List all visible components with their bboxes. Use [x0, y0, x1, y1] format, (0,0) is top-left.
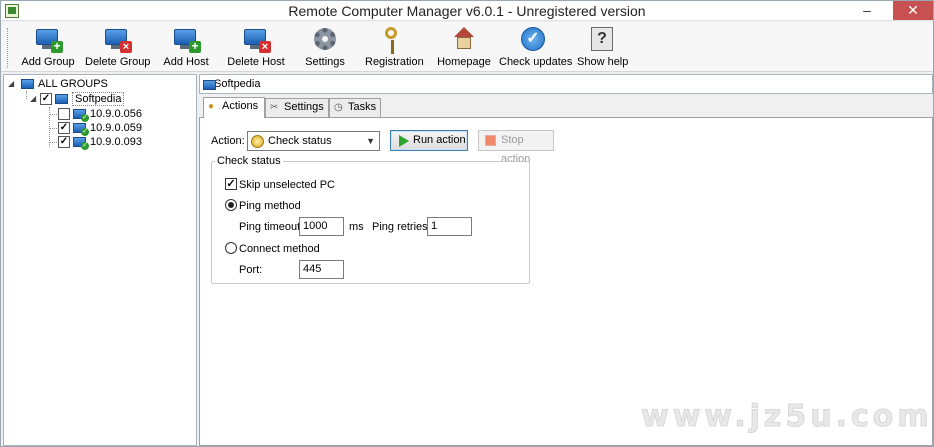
toolbar: + Add Group × Delete Group + Add Host × …	[1, 22, 933, 72]
host-online-icon	[72, 122, 89, 136]
host-checkbox[interactable]: ✓	[58, 122, 70, 134]
homepage-button[interactable]: Homepage	[437, 25, 491, 71]
minimize-button[interactable]: –	[854, 1, 880, 20]
delete-group-icon: ×	[103, 25, 132, 53]
port-input[interactable]: 445	[299, 260, 344, 279]
window-title: Remote Computer Manager v6.0.1 - Unregis…	[288, 3, 646, 19]
registration-button[interactable]: Registration	[365, 25, 424, 71]
network-icon	[202, 79, 218, 91]
check-status-icon	[251, 135, 264, 148]
add-group-icon: +	[34, 25, 63, 53]
delete-host-button[interactable]: × Delete Host	[225, 25, 287, 71]
check-updates-button[interactable]: ✓ Check updates	[499, 25, 572, 71]
selected-group-header: Softpedia	[199, 74, 933, 94]
tree-host[interactable]: ✓10.9.0.093	[58, 135, 142, 150]
ping-timeout-label: Ping timeout:	[239, 221, 304, 233]
play-icon	[399, 135, 409, 147]
gear-icon	[311, 25, 339, 53]
connect-method-radio[interactable]	[225, 242, 237, 254]
show-help-button[interactable]: ? Show help	[577, 25, 628, 71]
tree-group-softpedia[interactable]: ◢ ✓ Softpedia	[30, 92, 125, 107]
clock-icon: ◷	[334, 102, 343, 113]
skip-unselected-checkbox[interactable]: ✓	[225, 178, 237, 190]
network-icon	[20, 78, 36, 90]
add-host-icon: +	[172, 25, 201, 53]
add-host-button[interactable]: + Add Host	[161, 25, 211, 71]
ping-method-radio[interactable]	[225, 199, 237, 211]
stop-action-button[interactable]: Stop action	[478, 130, 554, 165]
tab-settings[interactable]: ✂ Settings	[265, 98, 329, 117]
collapse-icon[interactable]: ◢	[30, 92, 40, 106]
ping-retries-input[interactable]: 1	[427, 217, 472, 236]
settings-button[interactable]: Settings	[303, 25, 347, 71]
port-label: Port:	[239, 264, 263, 276]
delete-group-button[interactable]: × Delete Group	[85, 25, 150, 71]
group-tree[interactable]: ◢ALL GROUPS ◢✓Softpedia 10.9.0.056 ✓10.9…	[3, 74, 197, 446]
tree-host[interactable]: ✓10.9.0.059	[58, 121, 142, 136]
check-status-group-title: Check status	[215, 155, 283, 168]
group-checkbox[interactable]: ✓	[40, 93, 52, 105]
run-action-button[interactable]: Run action	[390, 130, 468, 151]
home-icon	[450, 25, 478, 53]
tree-host[interactable]: 10.9.0.056	[58, 107, 142, 122]
ping-timeout-input[interactable]: 1000	[299, 217, 344, 236]
toolbar-grip[interactable]	[7, 28, 10, 68]
tab-actions[interactable]: ● Actions	[203, 97, 265, 118]
title-bar: Remote Computer Manager v6.0.1 - Unregis…	[1, 1, 933, 21]
tab-tasks[interactable]: ◷ Tasks	[329, 98, 381, 117]
ping-method-label: Ping method	[239, 200, 301, 212]
host-online-icon	[72, 108, 89, 122]
collapse-icon[interactable]: ◢	[8, 77, 18, 91]
app-window: Remote Computer Manager v6.0.1 - Unregis…	[0, 0, 934, 447]
host-online-icon	[72, 136, 89, 150]
watermark-text: www.jz5u.com	[641, 399, 933, 435]
tree-root[interactable]: ◢ ALL GROUPS	[8, 77, 108, 92]
check-circle-icon: ✓	[519, 25, 547, 53]
connect-method-label: Connect method	[239, 243, 320, 255]
action-select[interactable]: Check status ▼	[247, 131, 380, 151]
action-label: Action:	[211, 135, 245, 147]
host-checkbox[interactable]	[58, 108, 70, 120]
tools-icon: ✂	[270, 102, 279, 113]
skip-unselected-label: Skip unselected PC	[239, 179, 335, 191]
ms-unit-label: ms	[349, 221, 364, 233]
ping-retries-label: Ping retries:	[372, 221, 431, 233]
close-button[interactable]: ✕	[893, 1, 933, 20]
key-icon	[380, 25, 408, 54]
stop-icon	[485, 135, 496, 146]
delete-host-icon: ×	[242, 25, 271, 53]
help-icon: ?	[588, 25, 616, 53]
host-checkbox[interactable]: ✓	[58, 136, 70, 148]
add-group-button[interactable]: + Add Group	[21, 25, 75, 71]
network-icon	[54, 93, 70, 105]
chevron-down-icon: ▼	[366, 136, 375, 146]
actions-icon: ●	[208, 101, 215, 112]
